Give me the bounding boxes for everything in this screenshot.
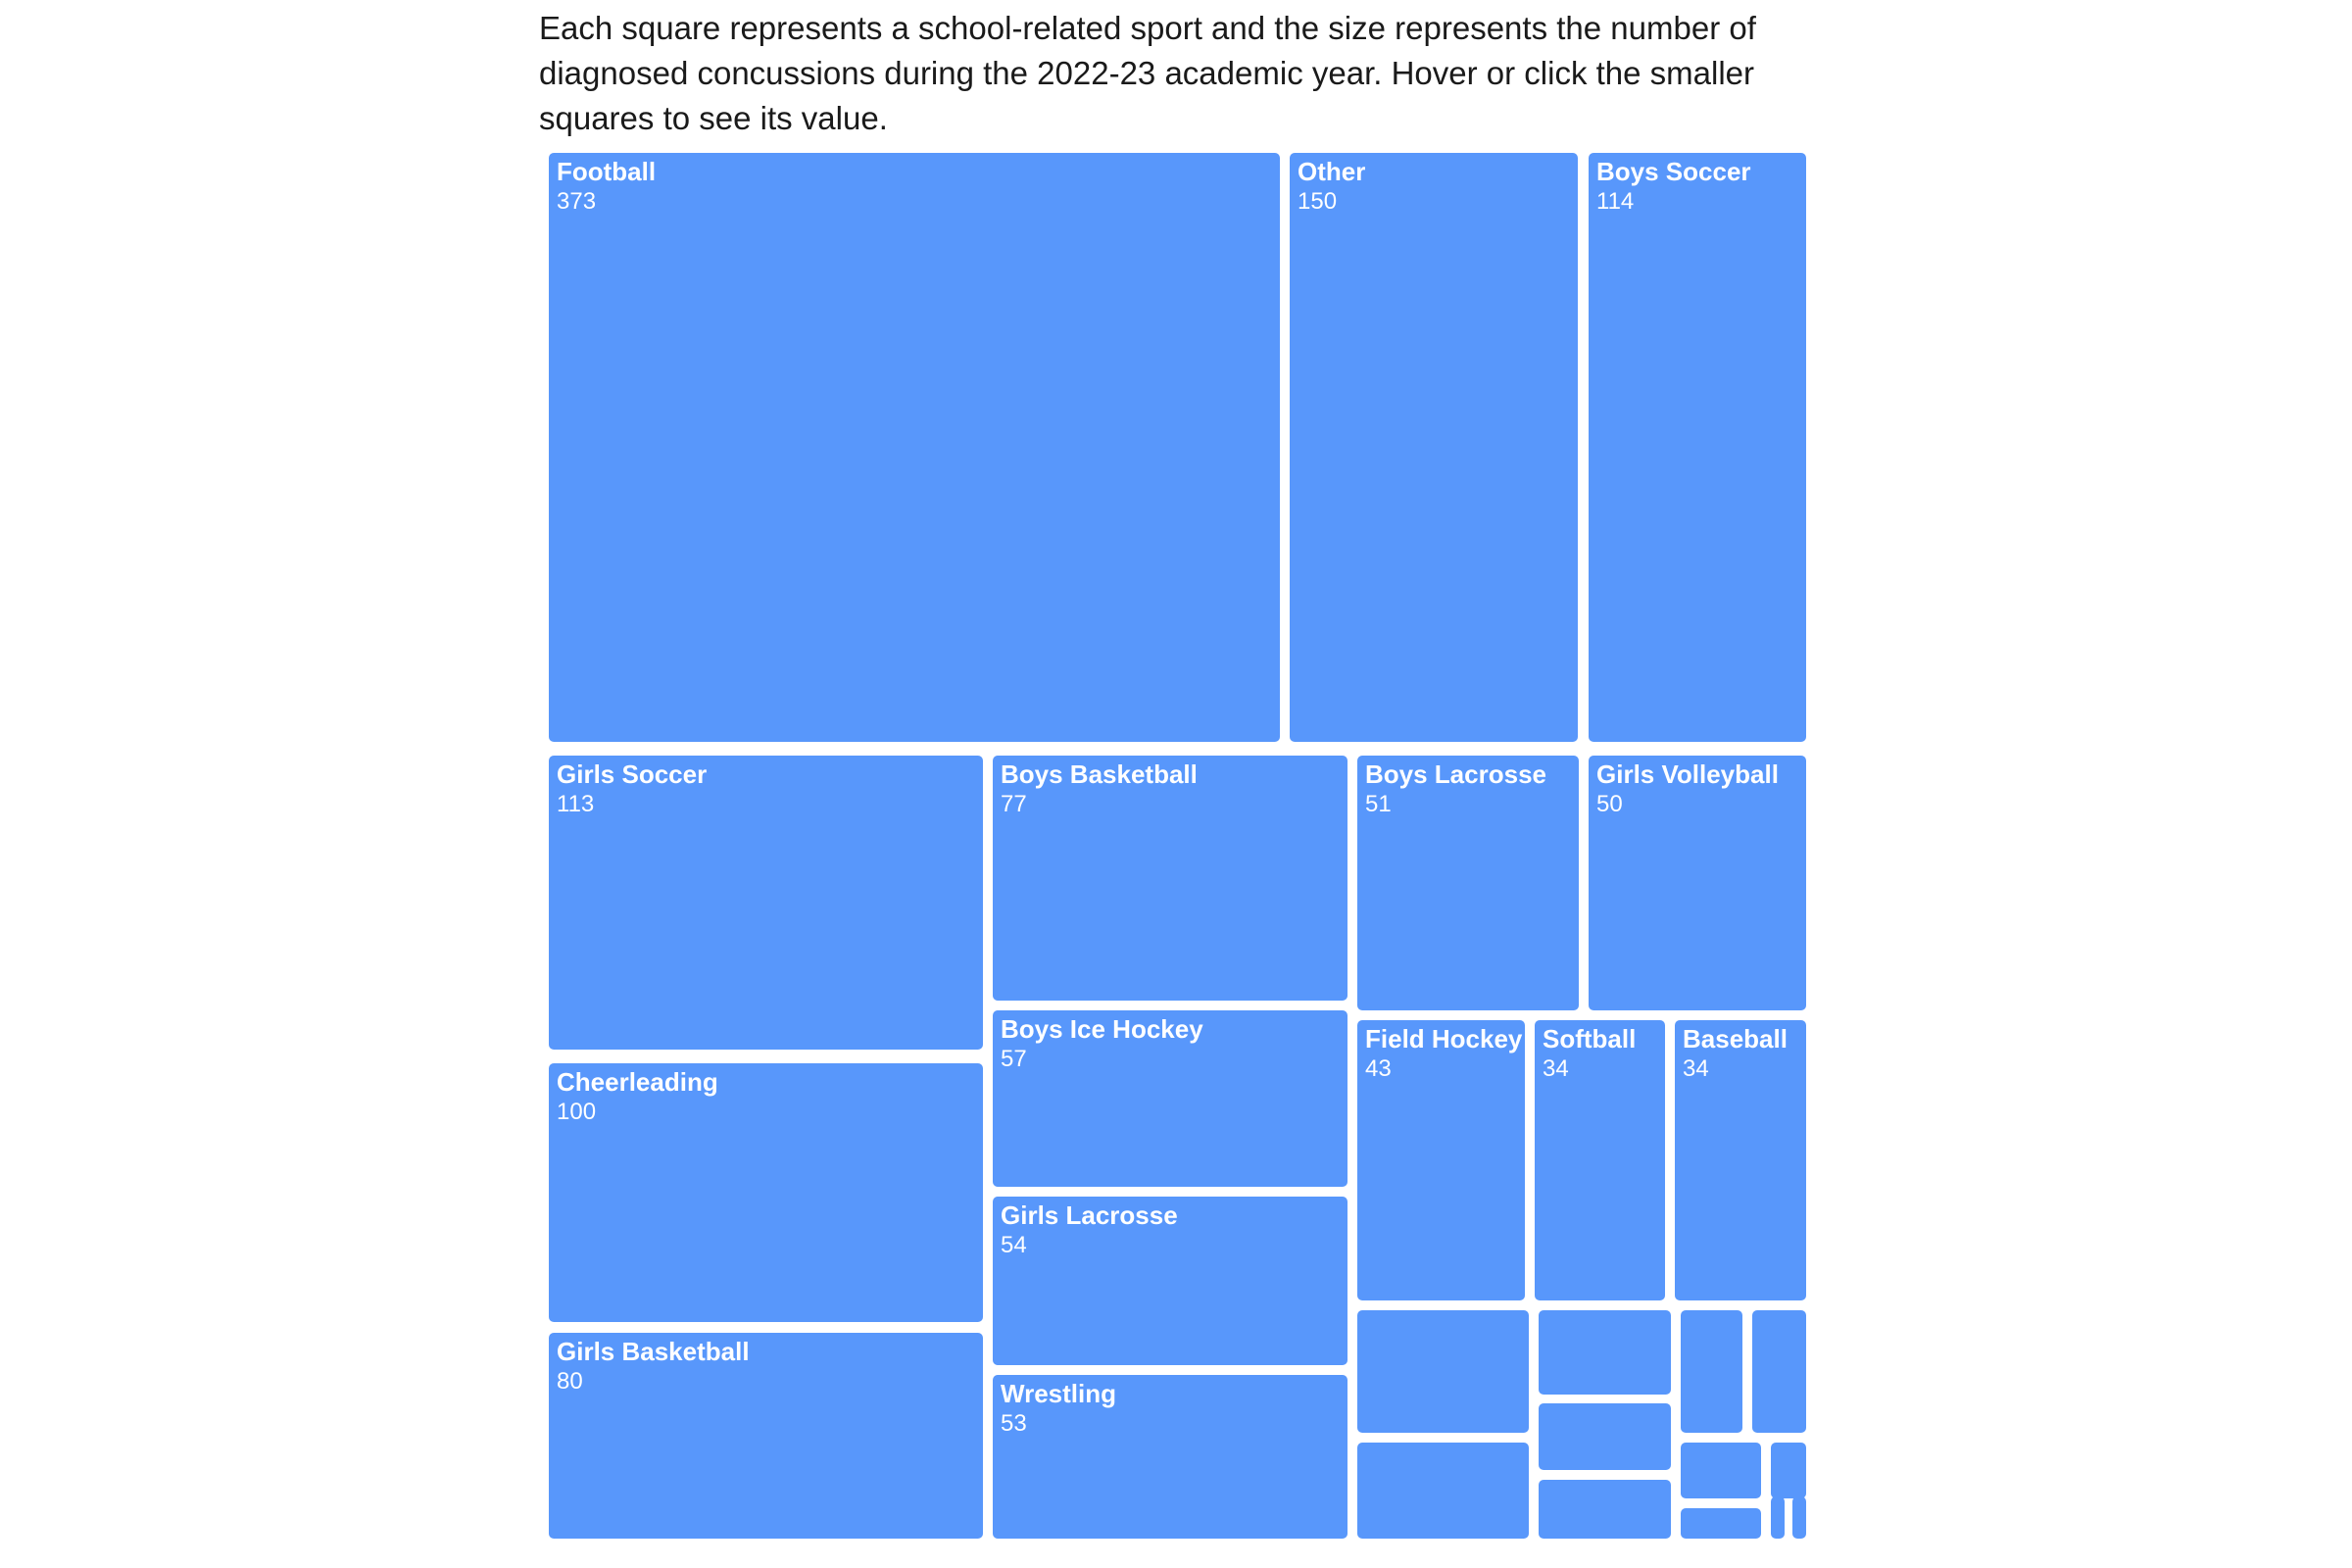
tile-label-girls-soccer: Girls Soccer <box>557 760 707 789</box>
tile-girls-volleyball[interactable]: Girls Volleyball50 <box>1589 756 1806 1010</box>
tile-label-girls-basketball: Girls Basketball <box>557 1337 750 1366</box>
tile-rect-football[interactable] <box>549 153 1280 742</box>
tile-field-hockey[interactable]: Field Hockey43 <box>1357 1020 1525 1300</box>
tile-unlabeled-25[interactable] <box>1681 1508 1761 1539</box>
tile-value-field-hockey: 43 <box>1365 1055 1392 1082</box>
tile-rect-unlabeled-19[interactable] <box>1539 1403 1671 1470</box>
tile-rect-unlabeled-25[interactable] <box>1681 1508 1761 1539</box>
tile-cheerleading[interactable]: Cheerleading100 <box>549 1063 983 1322</box>
tile-value-other: 150 <box>1298 188 1337 215</box>
tile-boys-ice-hockey[interactable]: Boys Ice Hockey57 <box>993 1010 1348 1187</box>
tile-girls-basketball[interactable]: Girls Basketball80 <box>549 1333 983 1539</box>
tile-unlabeled-18[interactable] <box>1539 1310 1671 1395</box>
tile-label-boys-soccer: Boys Soccer <box>1596 157 1751 186</box>
tile-label-girls-lacrosse: Girls Lacrosse <box>1001 1200 1178 1230</box>
tile-label-girls-volleyball: Girls Volleyball <box>1596 760 1779 789</box>
tile-unlabeled-24[interactable] <box>1771 1443 1806 1498</box>
tile-value-girls-lacrosse: 54 <box>1001 1232 1027 1258</box>
tile-value-girls-basketball: 80 <box>557 1368 583 1395</box>
tile-boys-lacrosse[interactable]: Boys Lacrosse51 <box>1357 756 1579 1010</box>
tile-rect-boys-basketball[interactable] <box>993 756 1348 1001</box>
tile-value-baseball: 34 <box>1683 1055 1709 1082</box>
tile-unlabeled-22[interactable] <box>1752 1310 1806 1433</box>
tile-boys-basketball[interactable]: Boys Basketball77 <box>993 756 1348 1001</box>
tile-rect-other[interactable] <box>1290 153 1578 742</box>
tile-value-boys-basketball: 77 <box>1001 791 1027 817</box>
tile-label-football: Football <box>557 157 656 186</box>
tile-unlabeled-21[interactable] <box>1681 1310 1742 1433</box>
tile-value-football: 373 <box>557 188 596 215</box>
treemap-figure: Each square represents a school-related … <box>0 0 2352 1568</box>
tile-wrestling[interactable]: Wrestling53 <box>993 1375 1348 1539</box>
tile-rect-unlabeled-16[interactable] <box>1357 1310 1529 1433</box>
tile-rect-boys-soccer[interactable] <box>1589 153 1806 742</box>
tile-unlabeled-26[interactable] <box>1771 1496 1785 1539</box>
tile-value-boys-lacrosse: 51 <box>1365 791 1392 817</box>
tile-value-softball: 34 <box>1543 1055 1569 1082</box>
tile-label-boys-basketball: Boys Basketball <box>1001 760 1198 789</box>
tile-value-cheerleading: 100 <box>557 1099 596 1125</box>
tile-unlabeled-27[interactable] <box>1792 1496 1806 1539</box>
tile-girls-lacrosse[interactable]: Girls Lacrosse54 <box>993 1197 1348 1365</box>
tile-value-girls-volleyball: 50 <box>1596 791 1623 817</box>
tile-boys-soccer[interactable]: Boys Soccer114 <box>1589 153 1806 742</box>
tile-rect-unlabeled-24[interactable] <box>1771 1443 1806 1498</box>
tile-value-girls-soccer: 113 <box>557 791 594 817</box>
tile-value-wrestling: 53 <box>1001 1410 1027 1437</box>
tile-rect-unlabeled-26[interactable] <box>1771 1496 1785 1539</box>
tile-label-boys-ice-hockey: Boys Ice Hockey <box>1001 1014 1203 1044</box>
tile-label-boys-lacrosse: Boys Lacrosse <box>1365 760 1546 789</box>
treemap-chart: Football373Other150Boys Soccer114Girls S… <box>549 153 1806 1539</box>
tile-rect-unlabeled-20[interactable] <box>1539 1480 1671 1539</box>
tile-rect-unlabeled-17[interactable] <box>1357 1443 1529 1539</box>
tile-label-wrestling: Wrestling <box>1001 1379 1116 1408</box>
tile-label-baseball: Baseball <box>1683 1024 1788 1054</box>
tile-unlabeled-23[interactable] <box>1681 1443 1761 1498</box>
tile-rect-unlabeled-22[interactable] <box>1752 1310 1806 1433</box>
tile-other[interactable]: Other150 <box>1290 153 1578 742</box>
tile-rect-girls-soccer[interactable] <box>549 756 983 1050</box>
tile-value-boys-ice-hockey: 57 <box>1001 1046 1027 1072</box>
tile-unlabeled-20[interactable] <box>1539 1480 1671 1539</box>
tile-girls-soccer[interactable]: Girls Soccer113 <box>549 756 983 1050</box>
tile-label-field-hockey: Field Hockey <box>1365 1024 1523 1054</box>
tile-label-softball: Softball <box>1543 1024 1636 1054</box>
tile-label-cheerleading: Cheerleading <box>557 1067 718 1097</box>
tile-rect-unlabeled-27[interactable] <box>1792 1496 1806 1539</box>
tile-unlabeled-19[interactable] <box>1539 1403 1671 1470</box>
tile-football[interactable]: Football373 <box>549 153 1280 742</box>
tile-rect-unlabeled-18[interactable] <box>1539 1310 1671 1395</box>
tile-rect-cheerleading[interactable] <box>549 1063 983 1322</box>
tile-rect-unlabeled-23[interactable] <box>1681 1443 1761 1498</box>
tile-unlabeled-17[interactable] <box>1357 1443 1529 1539</box>
tile-value-boys-soccer: 114 <box>1596 188 1634 215</box>
tile-baseball[interactable]: Baseball34 <box>1675 1020 1806 1300</box>
tile-label-other: Other <box>1298 157 1365 186</box>
tile-rect-unlabeled-21[interactable] <box>1681 1310 1742 1433</box>
tile-unlabeled-16[interactable] <box>1357 1310 1529 1433</box>
tile-softball[interactable]: Softball34 <box>1535 1020 1665 1300</box>
